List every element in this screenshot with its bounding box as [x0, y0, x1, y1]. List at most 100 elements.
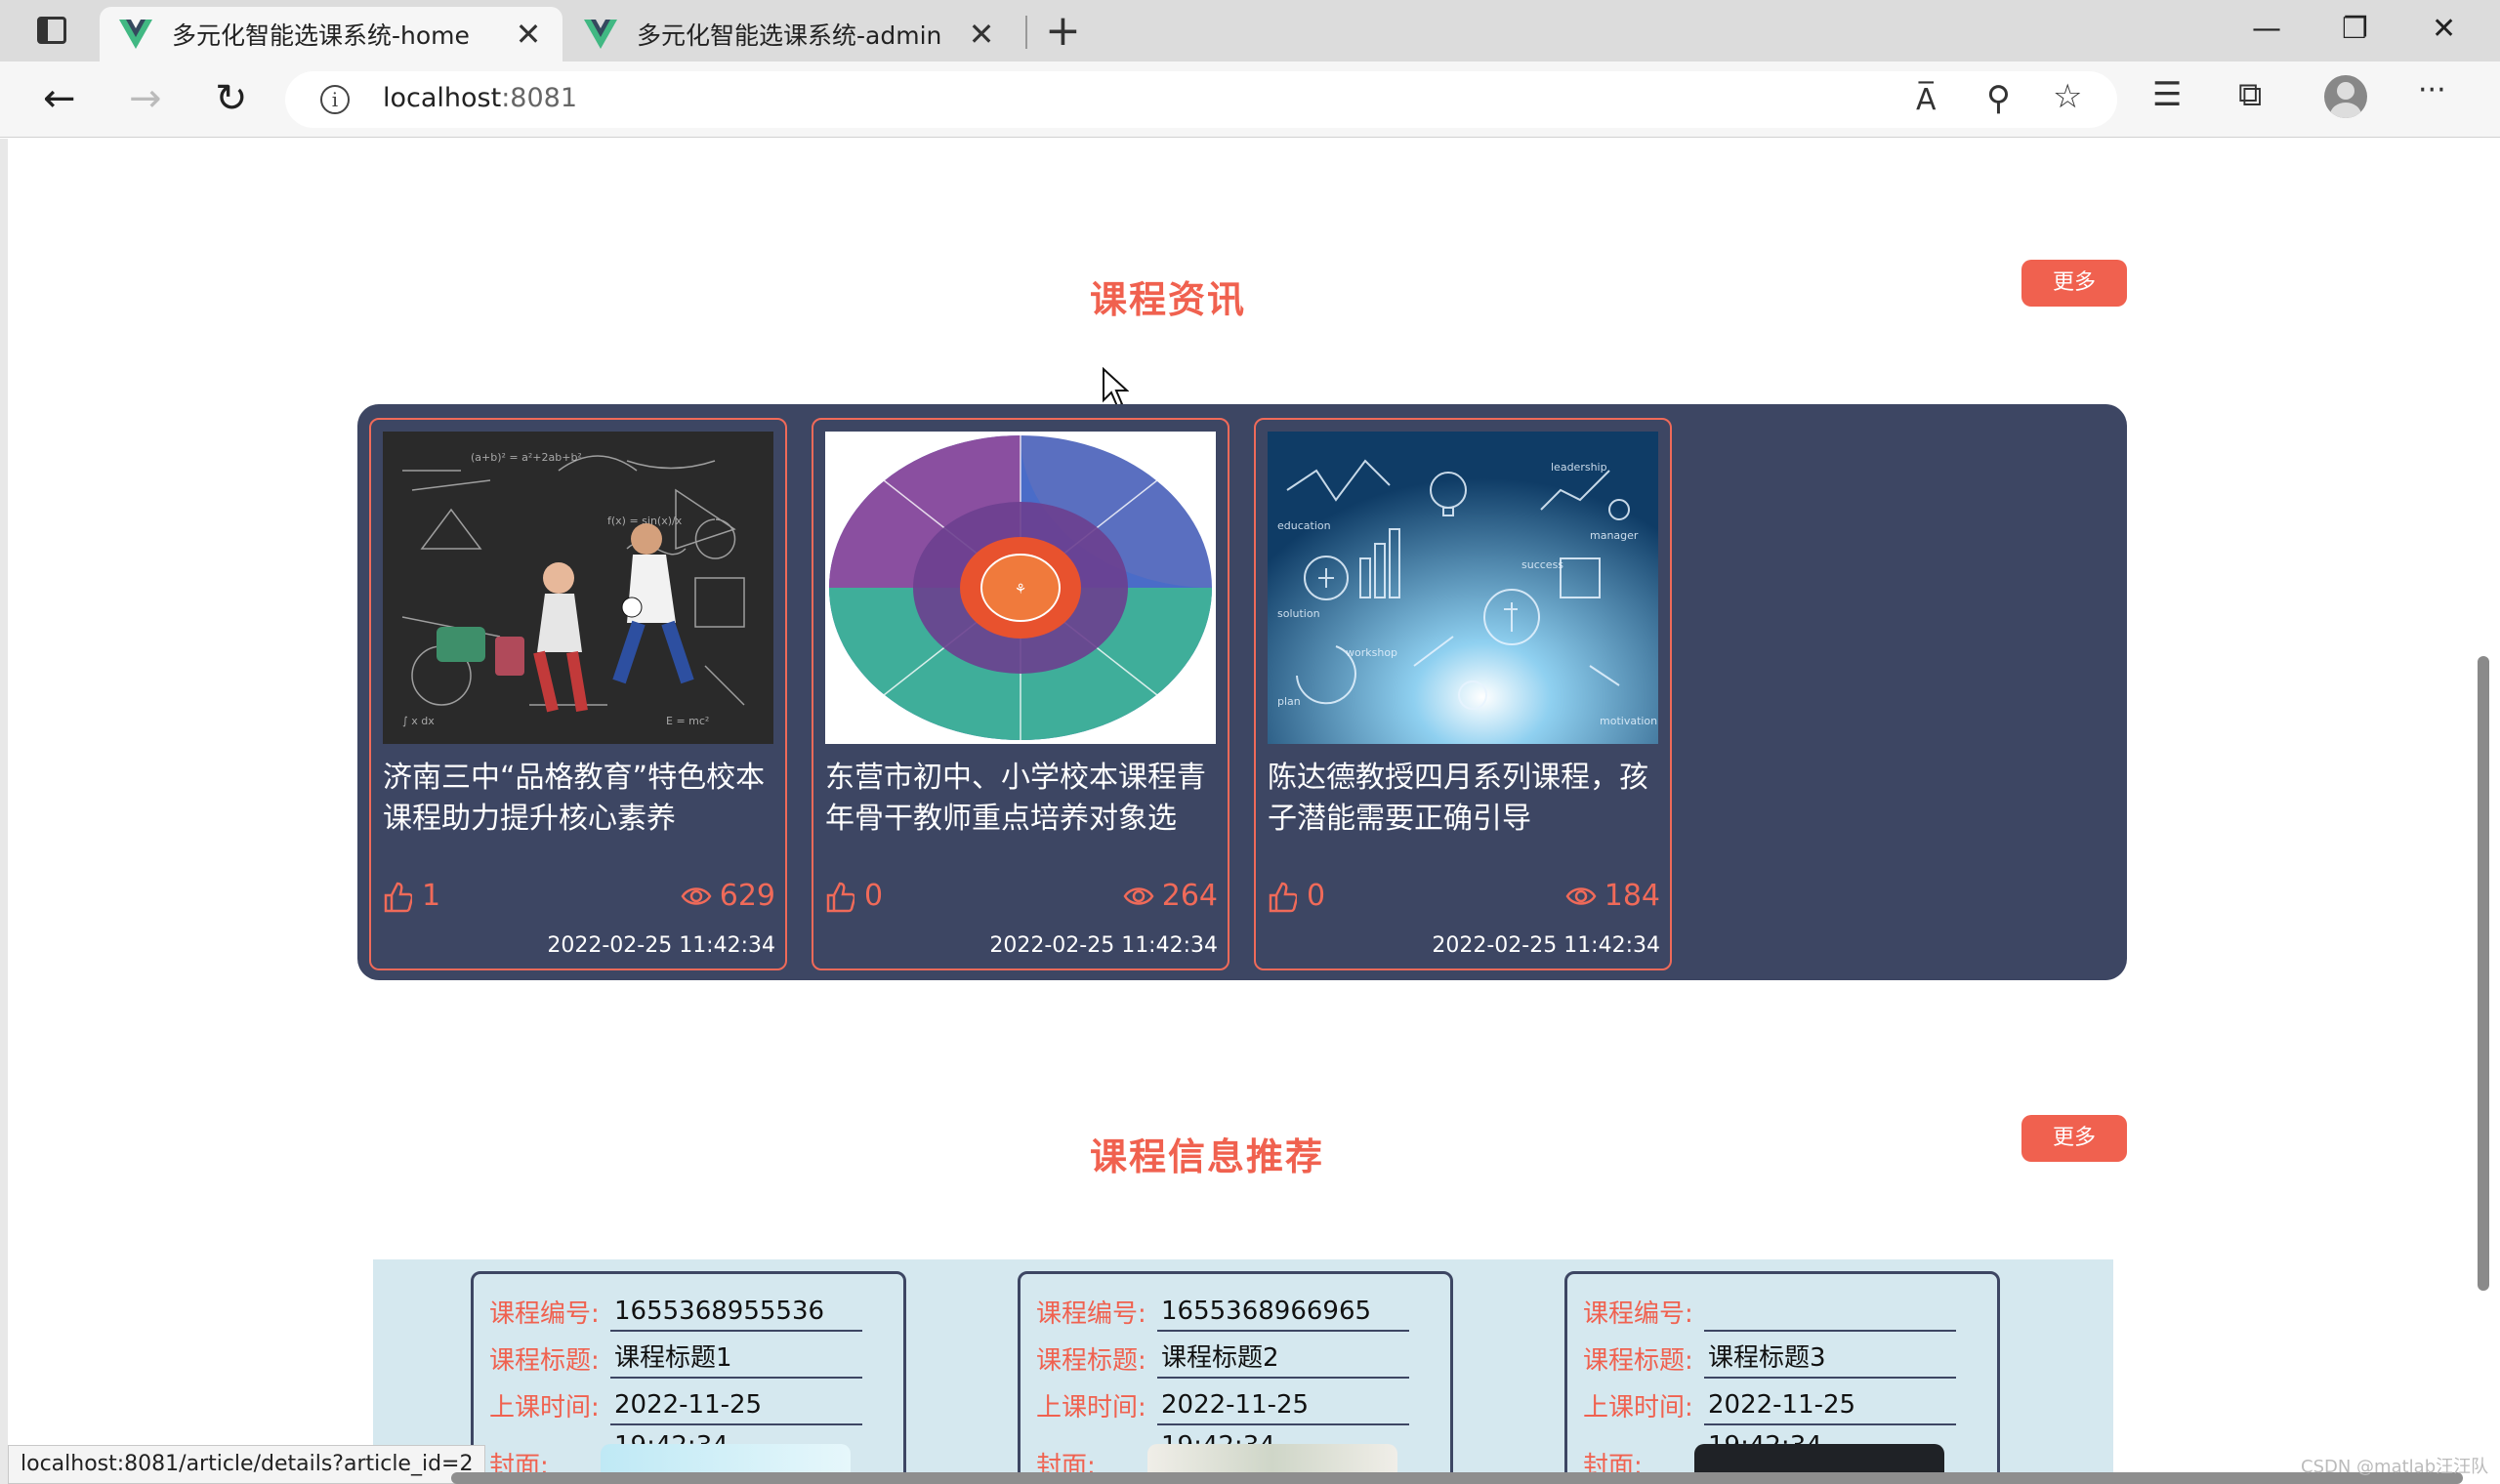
tab-title: 多元化智能选课系统-home — [172, 21, 470, 50]
course-time-label: 上课时间: — [1036, 1392, 1146, 1422]
news-card[interactable]: ⚘ 东营市初中、小学校本课程青年骨干教师重点培养对象选拔... 0 264 20… — [812, 418, 1229, 970]
svg-text:plan: plan — [1277, 695, 1301, 708]
svg-text:workshop: workshop — [1346, 646, 1397, 659]
tab-actions-icon[interactable] — [37, 17, 66, 44]
like-value: 1 — [422, 879, 441, 913]
address-bar[interactable]: i localhost:8081 A̅ ⚲ ☆ — [285, 71, 2117, 128]
news-date: 2022-02-25 11:42:34 — [989, 933, 1218, 958]
news-image-curriculum-wheel[interactable]: ⚘ — [825, 432, 1216, 744]
svg-text:education: education — [1277, 519, 1331, 532]
tab-separator — [1025, 16, 1027, 49]
vue-logo-icon — [119, 20, 152, 49]
course-code-row: 课程编号: 1655368955536 — [489, 1288, 880, 1335]
news-title[interactable]: 东营市初中、小学校本课程青年骨干教师重点培养对象选拔... — [825, 758, 1221, 840]
view-count: 629 — [681, 879, 775, 913]
zoom-out-icon[interactable]: ⚲ — [1986, 79, 2011, 118]
svg-text:manager: manager — [1590, 529, 1639, 542]
add-favorite-icon[interactable]: ☆ — [2053, 77, 2082, 116]
course-title-row: 课程标题: 课程标题1 — [489, 1335, 880, 1381]
status-bar-url: localhost:8081/article/details?article_i… — [8, 1445, 486, 1484]
course-title-value: 课程标题1 — [610, 1338, 862, 1379]
vertical-scrollbar-thumb[interactable] — [2478, 656, 2489, 1291]
news-title[interactable]: 济南三中“品格教育”特色校本课程助力提升核心素养 — [383, 758, 778, 840]
course-title-label: 课程标题: — [1036, 1345, 1146, 1376]
course-title-label: 课程标题: — [489, 1345, 600, 1376]
site-info-icon[interactable]: i — [320, 85, 350, 114]
svg-text:leadership: leadership — [1551, 461, 1607, 474]
profile-avatar[interactable] — [2324, 75, 2367, 118]
news-more-button[interactable]: 更多 — [2021, 260, 2127, 307]
tab-title: 多元化智能选课系统-admin — [637, 21, 942, 50]
course-code-value: 1655368955536 — [610, 1291, 862, 1332]
view-value: 629 — [719, 879, 775, 913]
course-time-value: 2022-11-25 19:42:34 — [1157, 1384, 1409, 1461]
mouse-cursor-icon — [1103, 367, 1129, 408]
restore-button[interactable]: ❐ — [2342, 10, 2368, 49]
view-value: 264 — [1161, 879, 1218, 913]
close-tab-icon[interactable]: ✕ — [967, 16, 996, 53]
forward-button[interactable]: → — [129, 77, 162, 120]
close-tab-icon[interactable]: ✕ — [514, 16, 543, 53]
like-value: 0 — [1307, 879, 1326, 913]
eye-icon — [1565, 886, 1597, 905]
like-value: 0 — [864, 879, 884, 913]
back-button[interactable]: ← — [43, 77, 76, 120]
course-time-label: 上课时间: — [489, 1392, 600, 1422]
minimize-button[interactable]: — — [2252, 10, 2281, 49]
page-edge — [0, 139, 8, 1484]
news-card[interactable]: (a+b)² = a²+2ab+b² f(x) = sin(x)/x ∫ x dx… — [369, 418, 787, 970]
course-title-row: 课程标题: 课程标题3 — [1583, 1335, 1974, 1381]
news-image-children-chalkboard[interactable]: (a+b)² = a²+2ab+b² f(x) = sin(x)/x ∫ x dx… — [383, 432, 773, 744]
tab-home[interactable]: 多元化智能选课系统-home ✕ — [100, 7, 562, 62]
url-host: localhost — [383, 83, 502, 113]
tab-admin[interactable]: 多元化智能选课系统-admin ✕ — [564, 7, 1016, 62]
favorites-icon[interactable]: ☰ — [2152, 75, 2182, 114]
url-text[interactable]: localhost:8081 — [383, 83, 577, 113]
course-code-label: 课程编号: — [1583, 1298, 1693, 1329]
thumbs-up-icon — [384, 882, 412, 912]
like-count[interactable]: 0 — [825, 879, 883, 913]
news-card[interactable]: education solution workshop leadership succ… — [1254, 418, 1672, 970]
course-title-label: 课程标题: — [1583, 1345, 1693, 1376]
more-menu-icon[interactable]: ··· — [2418, 71, 2446, 110]
course-time-row: 上课时间: 2022-11-25 19:42:34 — [1036, 1381, 1427, 1461]
course-time-label: 上课时间: — [1583, 1392, 1693, 1422]
eye-icon — [1123, 886, 1154, 905]
course-code-row: 课程编号: 1655368966965 — [1036, 1288, 1427, 1335]
course-title-value: 课程标题2 — [1157, 1338, 1409, 1379]
watermark: CSDN @matlab汪汪队 — [2301, 1457, 2489, 1477]
browser-tab-bar: 多元化智能选课系统-home ✕ 多元化智能选课系统-admin ✕ + — ❐… — [0, 0, 2500, 62]
page-viewport: 课程资讯 更多 (a+b)² = a²+2ab+b² f(x) = sin(x)/… — [0, 139, 2500, 1484]
vue-logo-icon — [584, 20, 617, 49]
eye-icon — [681, 886, 712, 905]
reload-button[interactable]: ↻ — [215, 77, 248, 120]
svg-text:(a+b)² = a²+2ab+b²: (a+b)² = a²+2ab+b² — [471, 451, 582, 464]
course-code-value — [1704, 1291, 1956, 1332]
course-time-row: 上课时间: 2022-11-25 19:42:34 — [489, 1381, 880, 1461]
course-more-button[interactable]: 更多 — [2021, 1115, 2127, 1162]
news-date: 2022-02-25 11:42:34 — [1432, 933, 1660, 958]
news-image-business-sketch[interactable]: education solution workshop leadership succ… — [1268, 432, 1658, 744]
course-code-label: 课程编号: — [1036, 1298, 1146, 1329]
view-value: 184 — [1604, 879, 1660, 913]
thumbs-up-icon — [826, 882, 854, 912]
course-time-value: 2022-11-25 19:42:34 — [1704, 1384, 1956, 1461]
like-count[interactable]: 1 — [383, 879, 440, 913]
close-window-button[interactable]: ✕ — [2432, 10, 2456, 49]
course-code-label: 课程编号: — [489, 1298, 600, 1329]
course-card[interactable]: 课程编号: 课程标题: 课程标题3 上课时间: 2022-11-25 19:42… — [1564, 1271, 2000, 1484]
thumbs-up-icon — [1269, 882, 1297, 912]
like-count[interactable]: 0 — [1268, 879, 1325, 913]
course-card[interactable]: 课程编号: 1655368955536 课程标题: 课程标题1 上课时间: 20… — [471, 1271, 906, 1484]
horizontal-scrollbar-thumb[interactable] — [451, 1472, 2463, 1484]
collections-icon[interactable]: ⧉ — [2238, 75, 2262, 114]
news-date: 2022-02-25 11:42:34 — [547, 933, 775, 958]
svg-text:∫ x dx: ∫ x dx — [402, 715, 435, 727]
read-aloud-icon[interactable]: A̅ — [1916, 81, 1937, 120]
new-tab-button[interactable]: + — [1045, 10, 1081, 53]
course-code-row: 课程编号: — [1583, 1288, 1974, 1335]
news-title[interactable]: 陈达德教授四月系列课程，孩子潜能需要正确引导 — [1268, 758, 1663, 840]
course-section-title: 课程信息推荐 — [1090, 1135, 1325, 1178]
course-card[interactable]: 课程编号: 1655368966965 课程标题: 课程标题2 上课时间: 20… — [1018, 1271, 1453, 1484]
course-time-value: 2022-11-25 19:42:34 — [610, 1384, 862, 1461]
